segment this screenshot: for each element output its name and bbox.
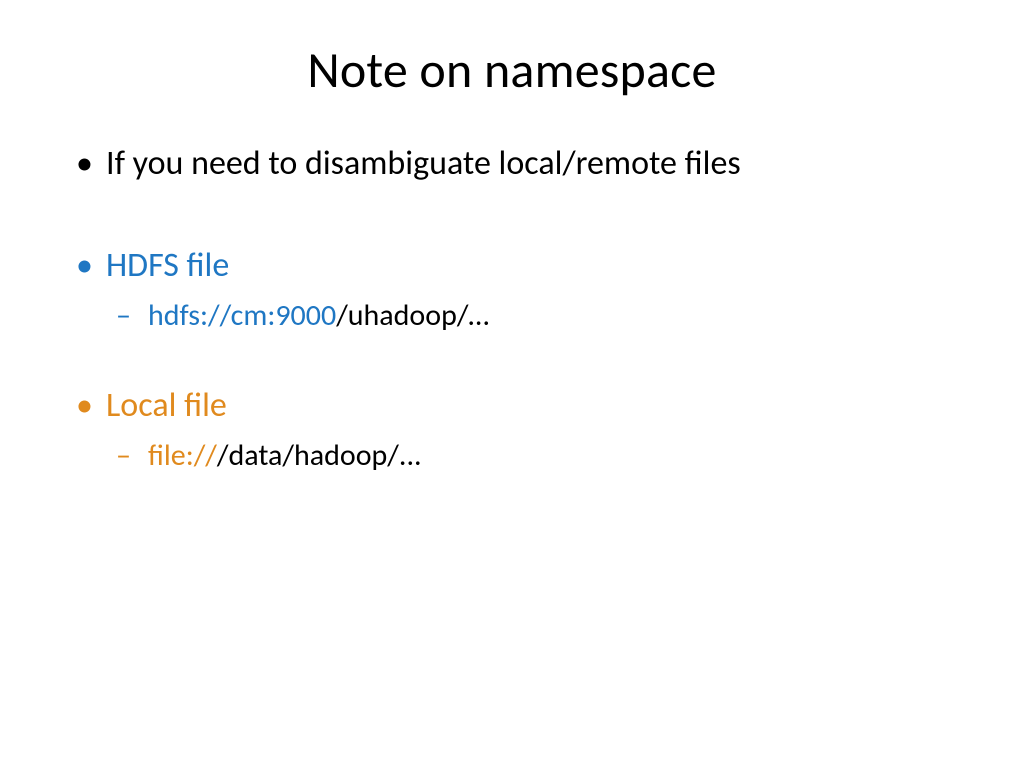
bullet-text: If you need to disambiguate local/remote… <box>106 143 741 184</box>
spacer <box>70 347 954 383</box>
local-prefix: file:// <box>148 437 217 474</box>
bullet-disambiguate: If you need to disambiguate local/remote… <box>70 141 954 187</box>
spacer <box>70 197 954 243</box>
local-label: Local file <box>106 385 227 426</box>
bullet-local: Local file file:///data/hadoop/... <box>70 383 954 477</box>
hdfs-sublist: hdfs://cm:9000/uhadoop/… <box>106 295 954 337</box>
hdfs-label: HDFS file <box>106 245 229 286</box>
slide-title: Note on namespace <box>70 40 954 101</box>
slide: Note on namespace If you need to disambi… <box>0 0 1024 768</box>
hdfs-path: /uhadoop/… <box>336 297 489 334</box>
local-path: /data/hadoop/... <box>217 437 422 474</box>
hdfs-example: hdfs://cm:9000/uhadoop/… <box>106 295 954 337</box>
bullet-hdfs: HDFS file hdfs://cm:9000/uhadoop/… <box>70 243 954 337</box>
bullet-list: If you need to disambiguate local/remote… <box>70 141 954 477</box>
hdfs-prefix: hdfs://cm:9000 <box>148 297 336 334</box>
local-example: file:///data/hadoop/... <box>106 435 954 477</box>
local-sublist: file:///data/hadoop/... <box>106 435 954 477</box>
